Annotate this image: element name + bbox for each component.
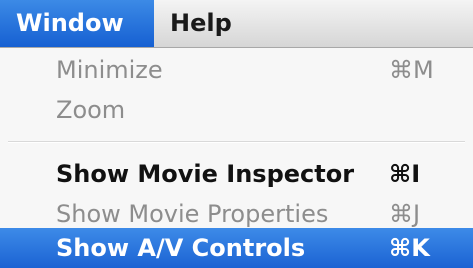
menu-item-zoom[interactable]: Zoom — [0, 90, 473, 130]
menu-window[interactable]: Window — [0, 0, 154, 47]
menu-item-shortcut: ⌘M — [389, 56, 434, 84]
menu-item-label: Show A/V Controls — [56, 234, 306, 262]
menu-item-label: Zoom — [56, 96, 126, 124]
menu-item-show-movie-inspector[interactable]: Show Movie Inspector ⌘I — [0, 154, 473, 194]
menu-separator — [8, 141, 465, 143]
menu-item-label: Show Movie Inspector — [56, 160, 355, 188]
menu-item-shortcut: ⌘I — [389, 160, 421, 188]
menu-item-shortcut: ⌘K — [389, 234, 430, 262]
menu-help[interactable]: Help — [164, 0, 254, 47]
menu-item-label: Minimize — [56, 56, 163, 84]
app-window: Window Help Minimize ⌘M Zoom Show Movie … — [0, 0, 473, 268]
menu-item-minimize[interactable]: Minimize ⌘M — [0, 50, 473, 90]
window-menu-dropdown: Minimize ⌘M Zoom Show Movie Inspector ⌘I… — [0, 48, 473, 268]
menu-bar: Window Help — [0, 0, 473, 48]
menu-item-show-av-controls[interactable]: Show A/V Controls ⌘K — [0, 228, 473, 268]
